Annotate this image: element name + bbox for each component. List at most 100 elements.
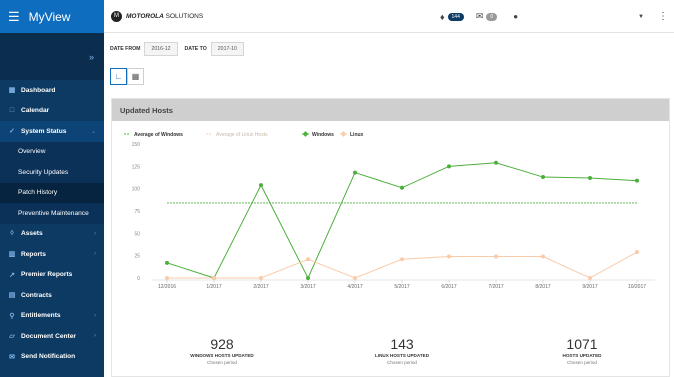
- sidebar-item-system-status[interactable]: ✓ System Status ⌄: [0, 121, 104, 142]
- data-point[interactable]: [447, 254, 451, 259]
- sidebar-item-send-notification[interactable]: ✉ Send Notification: [0, 347, 104, 368]
- data-point[interactable]: [635, 250, 639, 255]
- data-point[interactable]: [494, 160, 498, 165]
- sidebar-item-contracts[interactable]: ▤ Contracts: [0, 285, 104, 306]
- company-logo-text: MOTOROLA SOLUTIONS: [126, 13, 203, 20]
- stat-total: 1071 HOSTS UPDATED Chosen period: [522, 336, 642, 365]
- data-point[interactable]: [400, 185, 404, 190]
- date-filters: DATE FROM 2016-12 DATE TO 2017-10: [110, 42, 251, 56]
- bell-icon[interactable]: ♦: [440, 12, 445, 22]
- data-point[interactable]: [588, 175, 592, 180]
- y-axis: 0 25 50 75 100 125 150: [132, 142, 141, 282]
- date-to-input[interactable]: 2017-10: [210, 42, 244, 56]
- x-tick-label: 5/2017: [394, 284, 410, 290]
- sidebar-item-premier-reports[interactable]: ↗ Premier Reports: [0, 265, 104, 286]
- logo-rest-text: SOLUTIONS: [163, 12, 204, 20]
- stat-label: HOSTS UPDATED: [562, 353, 602, 358]
- contract-icon: ▤: [8, 292, 16, 300]
- kebab-menu-icon[interactable]: ⋮: [658, 11, 668, 22]
- stat-value: 143: [390, 336, 414, 352]
- sitemap-icon: ◊: [10, 230, 14, 238]
- series-line: [167, 251, 638, 279]
- chart-legend: Average of Windows Average of Linux Hosts…: [124, 131, 364, 138]
- data-point[interactable]: [494, 254, 498, 259]
- sidebar-item-entitlements[interactable]: ⚲ Entitlements ›: [0, 306, 104, 327]
- data-point[interactable]: [353, 276, 357, 280]
- data-point[interactable]: [353, 170, 357, 175]
- updated-hosts-panel: Updated Hosts Average of Windows Average …: [111, 98, 670, 377]
- x-tick-label: 12/2016: [158, 284, 176, 290]
- sidebar-item-reports[interactable]: ▥ Reports ›: [0, 244, 104, 265]
- table-icon: ▦: [131, 72, 140, 81]
- envelope-icon[interactable]: ✉: [476, 11, 484, 22]
- chart-view-button[interactable]: ∟: [110, 68, 127, 85]
- sidebar-item-label: Security Updates: [18, 168, 69, 176]
- sidebar-collapse-area: »: [0, 33, 104, 80]
- data-point[interactable]: [400, 257, 404, 262]
- data-point[interactable]: [306, 276, 310, 280]
- sidebar-item-security-updates[interactable]: Security Updates: [0, 162, 104, 183]
- x-axis: 12/2016 1/2017 2/2017 3/2017 4/2017 5/2017 6/2…: [152, 279, 655, 290]
- sidebar-item-label: Patch History: [18, 189, 58, 197]
- legend-label[interactable]: Linux: [350, 132, 364, 138]
- x-tick-label: 6/2017: [441, 284, 457, 290]
- user-icon[interactable]: ●: [513, 12, 518, 21]
- data-point[interactable]: [259, 183, 263, 188]
- mail-icon: ✉: [9, 353, 15, 361]
- chart-up-icon: ↗: [9, 271, 15, 279]
- data-point[interactable]: [165, 260, 169, 265]
- line-chart-icon: ∟: [114, 72, 123, 81]
- date-to-label: DATE TO: [184, 46, 207, 52]
- calendar-icon: □: [9, 107, 15, 115]
- sidebar-item-label: Send Notification: [21, 353, 76, 361]
- data-point[interactable]: [306, 257, 310, 262]
- data-point[interactable]: [541, 175, 545, 180]
- panel-title: Updated Hosts: [112, 99, 669, 121]
- legend-label[interactable]: Average of Linux Hosts: [216, 132, 268, 138]
- data-point[interactable]: [259, 276, 263, 280]
- sidebar-item-label: Dashboard: [21, 86, 56, 94]
- stat-value: 928: [210, 336, 234, 352]
- y-tick-label: 25: [134, 254, 140, 260]
- data-point[interactable]: [635, 178, 639, 183]
- chevron-right-icon: ›: [94, 312, 96, 319]
- double-chevron-right-icon[interactable]: »: [89, 52, 94, 62]
- caret-down-icon[interactable]: ▼: [638, 14, 644, 20]
- sidebar-item-label: Reports: [21, 250, 46, 258]
- data-point[interactable]: [447, 164, 451, 169]
- x-tick-label: 1/2017: [206, 284, 222, 290]
- sidebar-item-label: Premier Reports: [21, 271, 73, 279]
- stat-windows: 928 WINDOWS HOSTS UPDATED Chosen period: [162, 336, 282, 365]
- y-tick-label: 75: [134, 209, 140, 215]
- data-point[interactable]: [588, 276, 592, 280]
- sidebar-item-preventive-maintenance[interactable]: Preventive Maintenance: [0, 203, 104, 224]
- data-point[interactable]: [165, 276, 169, 280]
- sidebar-item-label: Overview: [18, 148, 46, 156]
- x-tick-label: 8/2017: [535, 284, 551, 290]
- sidebar-item-dashboard[interactable]: ▦ Dashboard: [0, 80, 104, 101]
- sidebar-item-calendar[interactable]: □ Calendar: [0, 101, 104, 122]
- topbar: M MOTOROLA SOLUTIONS ♦ 144 ✉ 0 ● ▼ ⋮: [104, 0, 674, 33]
- sidebar-item-label: Document Center: [21, 332, 76, 340]
- table-view-button[interactable]: ▦: [127, 68, 144, 85]
- sidebar-item-label: Calendar: [21, 107, 50, 115]
- hamburger-icon[interactable]: ☰: [8, 9, 20, 25]
- x-tick-label: 3/2017: [300, 284, 316, 290]
- x-tick-label: 2/2017: [253, 284, 269, 290]
- legend-marker: [302, 131, 309, 137]
- data-point[interactable]: [541, 254, 545, 259]
- stat-period: Chosen period: [387, 360, 417, 365]
- y-tick-label: 50: [134, 231, 140, 237]
- sidebar-item-overview[interactable]: Overview: [0, 141, 104, 162]
- brand-bar: ☰ MyView: [0, 0, 104, 33]
- grid-icon: ▦: [8, 87, 16, 95]
- motorola-logo-icon: M: [111, 10, 122, 22]
- legend-label[interactable]: Windows: [312, 132, 334, 138]
- sidebar-item-document-center[interactable]: ▱ Document Center ›: [0, 326, 104, 347]
- sidebar-item-patch-history[interactable]: Patch History: [0, 182, 104, 203]
- messages-badge: 0: [486, 12, 498, 21]
- legend-label[interactable]: Average of Windows: [134, 132, 183, 138]
- date-from-input[interactable]: 2016-12: [144, 42, 178, 56]
- sidebar-item-assets[interactable]: ◊ Assets ›: [0, 224, 104, 245]
- data-point[interactable]: [212, 276, 216, 280]
